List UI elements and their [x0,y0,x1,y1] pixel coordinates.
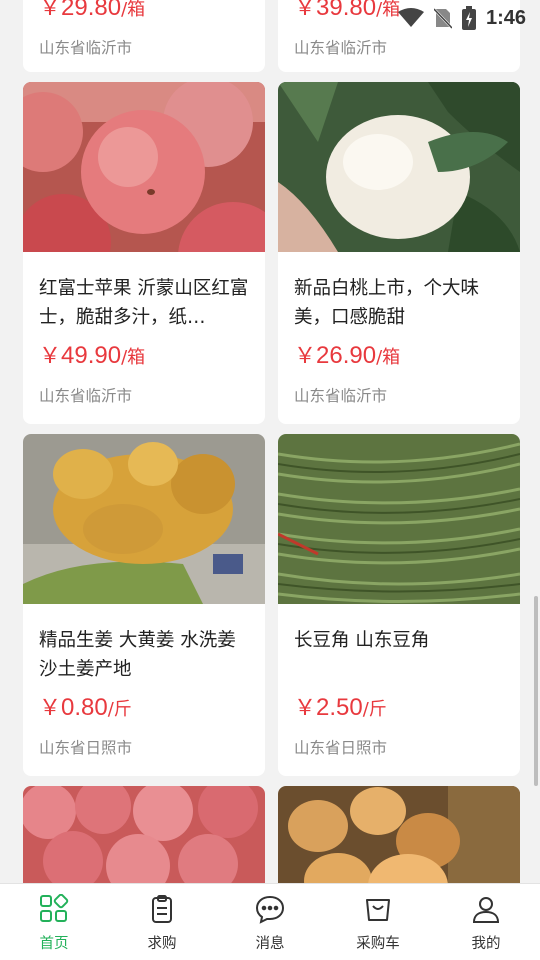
no-sim-icon [433,7,452,29]
product-location: 山东省日照市 [39,739,133,757]
tab-messages[interactable]: 消息 [216,884,324,960]
product-price: ￥26.90/箱 [294,342,401,369]
product-image-long-beans[interactable] [278,434,520,604]
product-price: ￥49.90/箱 [39,342,146,369]
product-location: 山东省临沂市 [294,39,388,57]
product-price: ￥0.80/斤 [39,694,132,721]
product-title: 红富士苹果 沂蒙山区红富士，脆甜多汁，纸… [39,278,249,328]
product-image-white-peach[interactable] [278,82,520,252]
profile-person-icon [471,894,501,928]
product-location: 山东省日照市 [294,739,388,757]
product-location: 山东省临沂市 [39,387,133,405]
tab-label: 求购 [147,936,177,952]
product-location: 山东省临沂市 [294,387,388,405]
tab-home[interactable]: 首页 [0,884,108,960]
wifi-icon [397,8,424,28]
product-image-red-apples[interactable] [23,82,265,252]
tab-label: 首页 [39,936,69,952]
status-bar: 1:46 [366,0,540,36]
product-card[interactable]: 精品生姜 大黄姜 水洗姜沙土姜产地 ￥0.80/斤 山东省日照市 [23,434,265,776]
bottom-tab-bar: 首页 求购 消息 采购车 我的 [0,883,540,960]
product-title: 长豆角 山东豆角 [294,630,430,651]
product-title: 新品白桃上市，个大味美，口感脆甜 [294,278,480,328]
product-title: 精品生姜 大黄姜 水洗姜沙土姜产地 [39,630,236,680]
tab-label: 消息 [255,936,285,952]
tab-request[interactable]: 求购 [108,884,216,960]
status-time: 1:46 [485,6,526,29]
product-card[interactable]: ￥29.80/箱 山东省临沂市 [23,0,265,72]
scrollbar[interactable] [534,596,538,786]
product-card[interactable]: 长豆角 山东豆角 ￥2.50/斤 山东省日照市 [278,434,520,776]
product-card[interactable]: 红富士苹果 沂蒙山区红富士，脆甜多汁，纸… ￥49.90/箱 山东省临沂市 [23,82,265,424]
product-price: ￥29.80/箱 [39,0,146,21]
product-card[interactable]: 新品白桃上市，个大味美，口感脆甜 ￥26.90/箱 山东省临沂市 [278,82,520,424]
product-image-ginger[interactable] [23,434,265,604]
battery-charging-icon [461,6,476,30]
home-grid-icon [39,893,69,928]
product-location: 山东省临沂市 [39,39,133,57]
tab-profile[interactable]: 我的 [432,884,540,960]
cart-bag-icon [363,894,393,928]
message-bubble-icon [255,894,285,928]
tab-label: 采购车 [356,936,400,952]
tab-cart[interactable]: 采购车 [324,884,432,960]
request-clipboard-icon [147,894,177,928]
tab-label: 我的 [471,936,501,952]
product-price: ￥2.50/斤 [294,694,387,721]
